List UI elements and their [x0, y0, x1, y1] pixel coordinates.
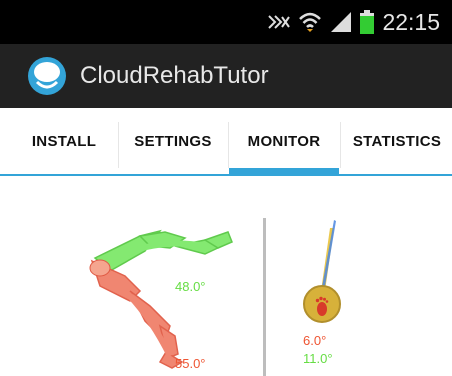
foot-angle-red: 6.0° — [303, 333, 327, 348]
app-title: CloudRehabTutor — [80, 62, 269, 89]
status-bar: 22:15 — [0, 0, 452, 44]
wifi-icon — [299, 12, 322, 32]
tab-separator — [340, 122, 341, 168]
upper-leg-angle: 48.0° — [175, 279, 206, 294]
foot-angle-green: 11.0° — [303, 351, 333, 366]
mute-icon — [268, 15, 291, 29]
panel-divider — [263, 218, 266, 376]
battery-icon — [360, 10, 375, 34]
tab-separator — [118, 122, 119, 168]
tab-statistics[interactable]: STATISTICS — [342, 108, 452, 174]
tab-monitor[interactable]: MONITOR — [229, 108, 339, 174]
app-bar: CloudRehabTutor — [0, 44, 452, 108]
tab-install[interactable]: INSTALL — [12, 108, 116, 174]
monitor-panel: 48.0° 55.0° 6.0° 11.0° — [0, 176, 452, 376]
status-icons: 22:15 — [268, 0, 440, 44]
tab-settings[interactable]: SETTINGS — [120, 108, 226, 174]
app-logo-icon[interactable] — [27, 56, 67, 96]
foot-angle-gauge — [303, 220, 341, 323]
lower-leg-segment — [90, 259, 184, 369]
tab-bar: INSTALL SETTINGS MONITOR STATISTICS — [0, 108, 452, 176]
leg-skeleton-figure — [89, 229, 233, 369]
signal-icon — [331, 12, 352, 32]
status-time: 22:15 — [382, 8, 440, 35]
upper-leg-segment — [93, 229, 233, 272]
lower-leg-angle: 55.0° — [175, 356, 206, 371]
